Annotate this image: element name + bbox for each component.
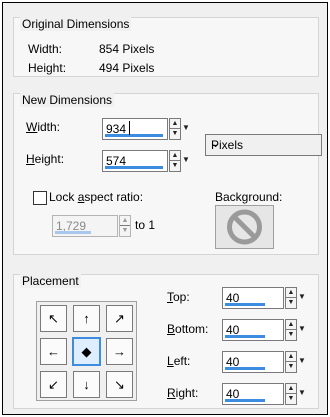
top-spin-arrows[interactable]: ▲ ▼ [285, 287, 297, 309]
new-width-label-text: idth: [37, 120, 61, 134]
units-select[interactable]: Pixels ⌄ [205, 134, 322, 156]
left-spin-down-icon[interactable]: ▼ [286, 362, 296, 372]
top-spinbox[interactable]: 40 ▲ ▼ ▼ [222, 287, 307, 309]
width-slider-bar[interactable] [105, 134, 163, 137]
text-cursor [129, 121, 130, 135]
lock-aspect-ratio-checkbox[interactable] [33, 191, 47, 205]
right-slider-bar[interactable] [225, 399, 265, 402]
bottom-label-mnemonic: B [167, 322, 176, 336]
bottom-spinbox[interactable]: 40 ▲ ▼ ▼ [222, 319, 307, 341]
right-dropdown-icon[interactable]: ▼ [297, 383, 307, 403]
right-spin-down-icon[interactable]: ▼ [286, 394, 296, 404]
no-color-icon [227, 209, 262, 245]
left-spin-arrows[interactable]: ▲ ▼ [285, 351, 297, 373]
background-label: Background: [215, 190, 283, 204]
aspect-ratio-down-icon: ▼ [121, 227, 129, 234]
right-label-text: ight: [175, 386, 199, 400]
height-slider-bar[interactable] [105, 166, 163, 169]
top-dropdown-icon[interactable]: ▼ [297, 287, 307, 307]
lock-label-part1: Lock [49, 190, 78, 204]
aspect-ratio-up-icon: ▲ [120, 217, 130, 226]
anchor-center-icon[interactable]: ◆ [72, 337, 101, 366]
right-label-mnemonic: R [167, 386, 176, 400]
bottom-label: Bottom: [167, 322, 208, 336]
height-dropdown-icon[interactable]: ▼ [181, 150, 191, 170]
right-label: Right: [167, 386, 198, 400]
left-label-text: eft: [173, 354, 191, 368]
top-label: Top: [167, 290, 190, 304]
anchor-top-left-icon[interactable]: ↖ [40, 305, 67, 332]
bottom-dropdown-icon[interactable]: ▼ [297, 319, 307, 339]
aspect-ratio-input: 1,729 [52, 215, 118, 237]
left-spin-up-icon[interactable]: ▲ [286, 352, 296, 362]
width-input[interactable]: 934 [102, 118, 168, 140]
top-spin-up-icon[interactable]: ▲ [286, 288, 296, 298]
height-spin-down-icon[interactable]: ▼ [170, 161, 180, 171]
aspect-ratio-spinbox: 1,729 ▲ ▼ [52, 215, 131, 237]
anchor-left-icon[interactable]: ← [40, 338, 67, 365]
chevron-down-icon: ⌄ [211, 138, 221, 150]
width-spin-arrows[interactable]: ▲ ▼ [169, 118, 181, 140]
bottom-input[interactable]: 40 [222, 319, 284, 341]
new-dimensions-title: New Dimensions [20, 93, 115, 107]
canvas-size-dialog: Original Dimensions Width: 854 Pixels He… [2, 2, 328, 415]
anchor-right-icon[interactable]: → [106, 338, 133, 365]
aspect-ratio-suffix: to 1 [135, 218, 156, 232]
new-width-label: Width: [26, 120, 60, 134]
background-color-swatch[interactable] [215, 205, 274, 249]
anchor-bottom-icon[interactable]: ↓ [73, 371, 100, 398]
aspect-ratio-spin-arrows: ▲ ▼ [119, 215, 131, 237]
top-input[interactable]: 40 [222, 287, 284, 309]
height-spinbox[interactable]: 574 ▲ ▼ ▼ [102, 150, 192, 172]
new-height-label-text: eight: [34, 152, 65, 166]
anchor-bottom-left-icon[interactable]: ↙ [40, 371, 67, 398]
original-width-label: Width: [28, 42, 63, 56]
new-height-label: Height: [26, 152, 64, 166]
top-spin-down-icon[interactable]: ▼ [286, 298, 296, 308]
left-input[interactable]: 40 [222, 351, 284, 373]
placement-title: Placement [20, 274, 81, 288]
left-spinbox[interactable]: 40 ▲ ▼ ▼ [222, 351, 307, 373]
bottom-spin-up-icon[interactable]: ▲ [286, 320, 296, 330]
right-spin-arrows[interactable]: ▲ ▼ [285, 383, 297, 405]
width-spinbox[interactable]: 934 ▲ ▼ ▼ [102, 118, 192, 140]
left-dropdown-icon[interactable]: ▼ [297, 351, 307, 371]
width-dropdown-icon[interactable]: ▼ [181, 118, 191, 138]
left-slider-bar[interactable] [225, 367, 265, 370]
anchor-top-right-icon[interactable]: ↗ [106, 305, 133, 332]
bottom-spin-arrows[interactable]: ▲ ▼ [285, 319, 297, 341]
aspect-ratio-bar [55, 231, 91, 234]
bottom-slider-bar[interactable] [225, 335, 265, 338]
right-spinbox[interactable]: 40 ▲ ▼ ▼ [222, 383, 307, 405]
original-dimensions-title: Original Dimensions [20, 17, 132, 31]
new-height-label-mnemonic: H [26, 152, 35, 166]
lock-aspect-ratio-label[interactable]: Lock aspect ratio: [49, 190, 143, 204]
original-height-label: Height: [28, 61, 67, 75]
original-width-value: 854 Pixels [99, 42, 155, 56]
left-label-mnemonic: L [167, 354, 174, 368]
original-height-value: 494 Pixels [99, 61, 155, 75]
lock-label-part2: spect ratio: [84, 190, 144, 204]
height-spin-arrows[interactable]: ▲ ▼ [169, 150, 181, 172]
width-spin-up-icon[interactable]: ▲ [170, 119, 180, 129]
bottom-label-text: ottom: [175, 322, 209, 336]
anchor-top-icon[interactable]: ↑ [73, 305, 100, 332]
new-width-label-mnemonic: W [26, 120, 38, 134]
left-label: Left: [167, 354, 190, 368]
width-spin-down-icon[interactable]: ▼ [170, 129, 180, 139]
right-input[interactable]: 40 [222, 383, 284, 405]
bottom-spin-down-icon[interactable]: ▼ [286, 330, 296, 340]
top-slider-bar[interactable] [225, 303, 265, 306]
height-spin-up-icon[interactable]: ▲ [170, 151, 180, 161]
placement-grid: ↖ ↑ ↗ ← ◆ → ↙ ↓ ↘ [36, 301, 137, 401]
top-label-text: op: [173, 290, 190, 304]
anchor-bottom-right-icon[interactable]: ↘ [106, 371, 133, 398]
height-input[interactable]: 574 [102, 150, 168, 172]
right-spin-up-icon[interactable]: ▲ [286, 384, 296, 394]
